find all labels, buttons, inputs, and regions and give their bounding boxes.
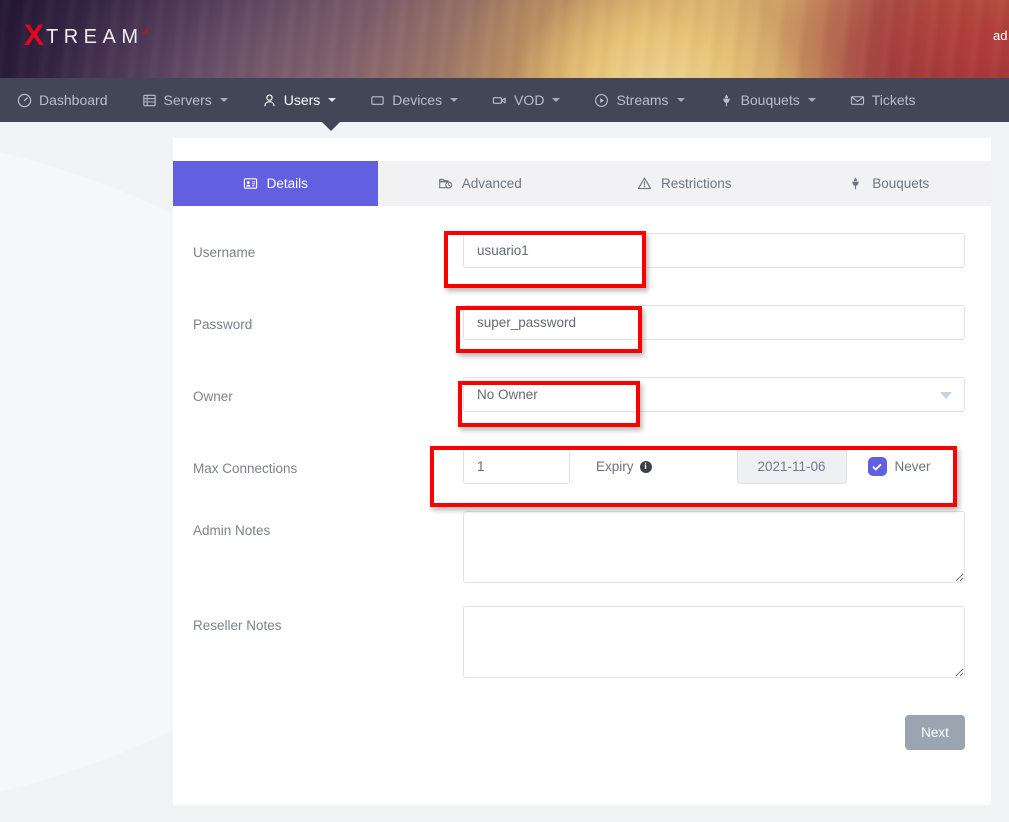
tab-label-restrictions: Restrictions <box>661 176 732 191</box>
info-circle-icon[interactable]: i <box>640 461 652 473</box>
admin-notes-label: Admin Notes <box>193 511 463 538</box>
folder-clock-icon <box>438 176 453 191</box>
nav-item-tickets[interactable]: Tickets <box>833 78 933 122</box>
chevron-down-icon <box>552 98 560 102</box>
nav-item-vod[interactable]: VOD <box>475 78 577 122</box>
owner-label: Owner <box>193 377 463 404</box>
id-card-icon <box>243 176 258 191</box>
tab-label-details: Details <box>267 176 308 191</box>
device-monitor-icon <box>370 93 385 108</box>
card-top-spacer <box>173 138 991 161</box>
logo-x-mark: X <box>24 22 44 50</box>
nav-item-users[interactable]: Users <box>245 78 354 122</box>
main-navigation-bar: Dashboard Servers Users Devices VOD Stre <box>0 78 1009 122</box>
tab-restrictions[interactable]: Restrictions <box>582 161 787 206</box>
logo-wordmark: TREAM <box>46 22 144 52</box>
server-stack-icon <box>142 93 157 108</box>
envelope-icon <box>850 93 865 108</box>
form-row-reseller-notes: Reseller Notes <box>173 606 991 683</box>
password-label: Password <box>193 305 463 332</box>
next-button[interactable]: Next <box>905 715 965 750</box>
reseller-notes-label: Reseller Notes <box>193 606 463 633</box>
admin-notes-textarea[interactable] <box>463 511 965 583</box>
nav-item-dashboard[interactable]: Dashboard <box>0 78 125 122</box>
dashboard-gauge-icon <box>17 93 32 108</box>
chevron-down-icon <box>220 98 228 102</box>
play-circle-icon <box>594 93 609 108</box>
user-details-form: Username Password Owner Max Connec <box>173 233 991 750</box>
tab-bouquets[interactable]: Bouquets <box>787 161 992 206</box>
nav-label-tickets: Tickets <box>872 92 916 108</box>
tulip-flower-icon <box>848 176 863 191</box>
nav-label-dashboard: Dashboard <box>39 92 108 108</box>
header-streak-overlay <box>0 0 1009 78</box>
nav-label-streams: Streams <box>616 92 668 108</box>
chevron-down-icon <box>808 98 816 102</box>
nav-label-bouquets: Bouquets <box>741 92 800 108</box>
tab-label-advanced: Advanced <box>462 176 522 191</box>
username-input[interactable] <box>463 233 965 268</box>
user-icon <box>262 93 277 108</box>
nav-label-devices: Devices <box>392 92 442 108</box>
form-tab-bar: Details Advanced Restrictions Bouquets <box>173 161 991 206</box>
form-row-password: Password <box>173 305 991 340</box>
video-camera-icon <box>492 93 507 108</box>
never-label: Never <box>895 459 931 474</box>
active-nav-pointer-triangle <box>322 122 340 131</box>
user-form-card: Details Advanced Restrictions Bouquets U… <box>173 138 991 805</box>
chevron-down-icon <box>450 98 458 102</box>
expiry-label-group: Expiry i <box>596 459 652 474</box>
chevron-down-icon <box>328 98 336 102</box>
app-logo[interactable]: X TREAM ui <box>24 22 149 52</box>
never-checkbox-group[interactable]: Never <box>868 457 931 476</box>
form-row-owner: Owner <box>173 377 991 412</box>
owner-select[interactable] <box>463 377 965 412</box>
warning-triangle-icon <box>637 176 652 191</box>
max-connections-input[interactable] <box>463 449 570 484</box>
logo-superscript: ui <box>142 24 149 38</box>
max-connections-label: Max Connections <box>193 449 463 476</box>
password-input[interactable] <box>463 305 965 340</box>
tab-label-bouquets: Bouquets <box>872 176 929 191</box>
form-row-username: Username <box>173 233 991 268</box>
nav-item-bouquets[interactable]: Bouquets <box>702 78 833 122</box>
nav-item-servers[interactable]: Servers <box>125 78 245 122</box>
never-checkbox[interactable] <box>868 457 887 476</box>
tab-details[interactable]: Details <box>173 161 378 206</box>
chevron-down-icon <box>677 98 685 102</box>
tulip-flower-icon <box>719 93 734 108</box>
form-row-admin-notes: Admin Notes <box>173 511 991 588</box>
username-label: Username <box>193 233 463 260</box>
app-header-banner: X TREAM ui ad <box>0 0 1009 78</box>
nav-label-servers: Servers <box>164 92 212 108</box>
nav-label-vod: VOD <box>514 92 544 108</box>
form-actions: Next <box>173 715 991 750</box>
form-row-max-connections: Max Connections Expiry i 2021-11-06 <box>173 449 991 484</box>
tab-advanced[interactable]: Advanced <box>378 161 583 206</box>
expiry-label: Expiry <box>596 459 634 474</box>
nav-item-devices[interactable]: Devices <box>353 78 475 122</box>
account-menu[interactable]: ad <box>993 28 1007 43</box>
expiry-date-field[interactable]: 2021-11-06 <box>737 449 847 484</box>
reseller-notes-textarea[interactable] <box>463 606 965 678</box>
nav-item-streams[interactable]: Streams <box>577 78 701 122</box>
nav-label-users: Users <box>284 92 321 108</box>
